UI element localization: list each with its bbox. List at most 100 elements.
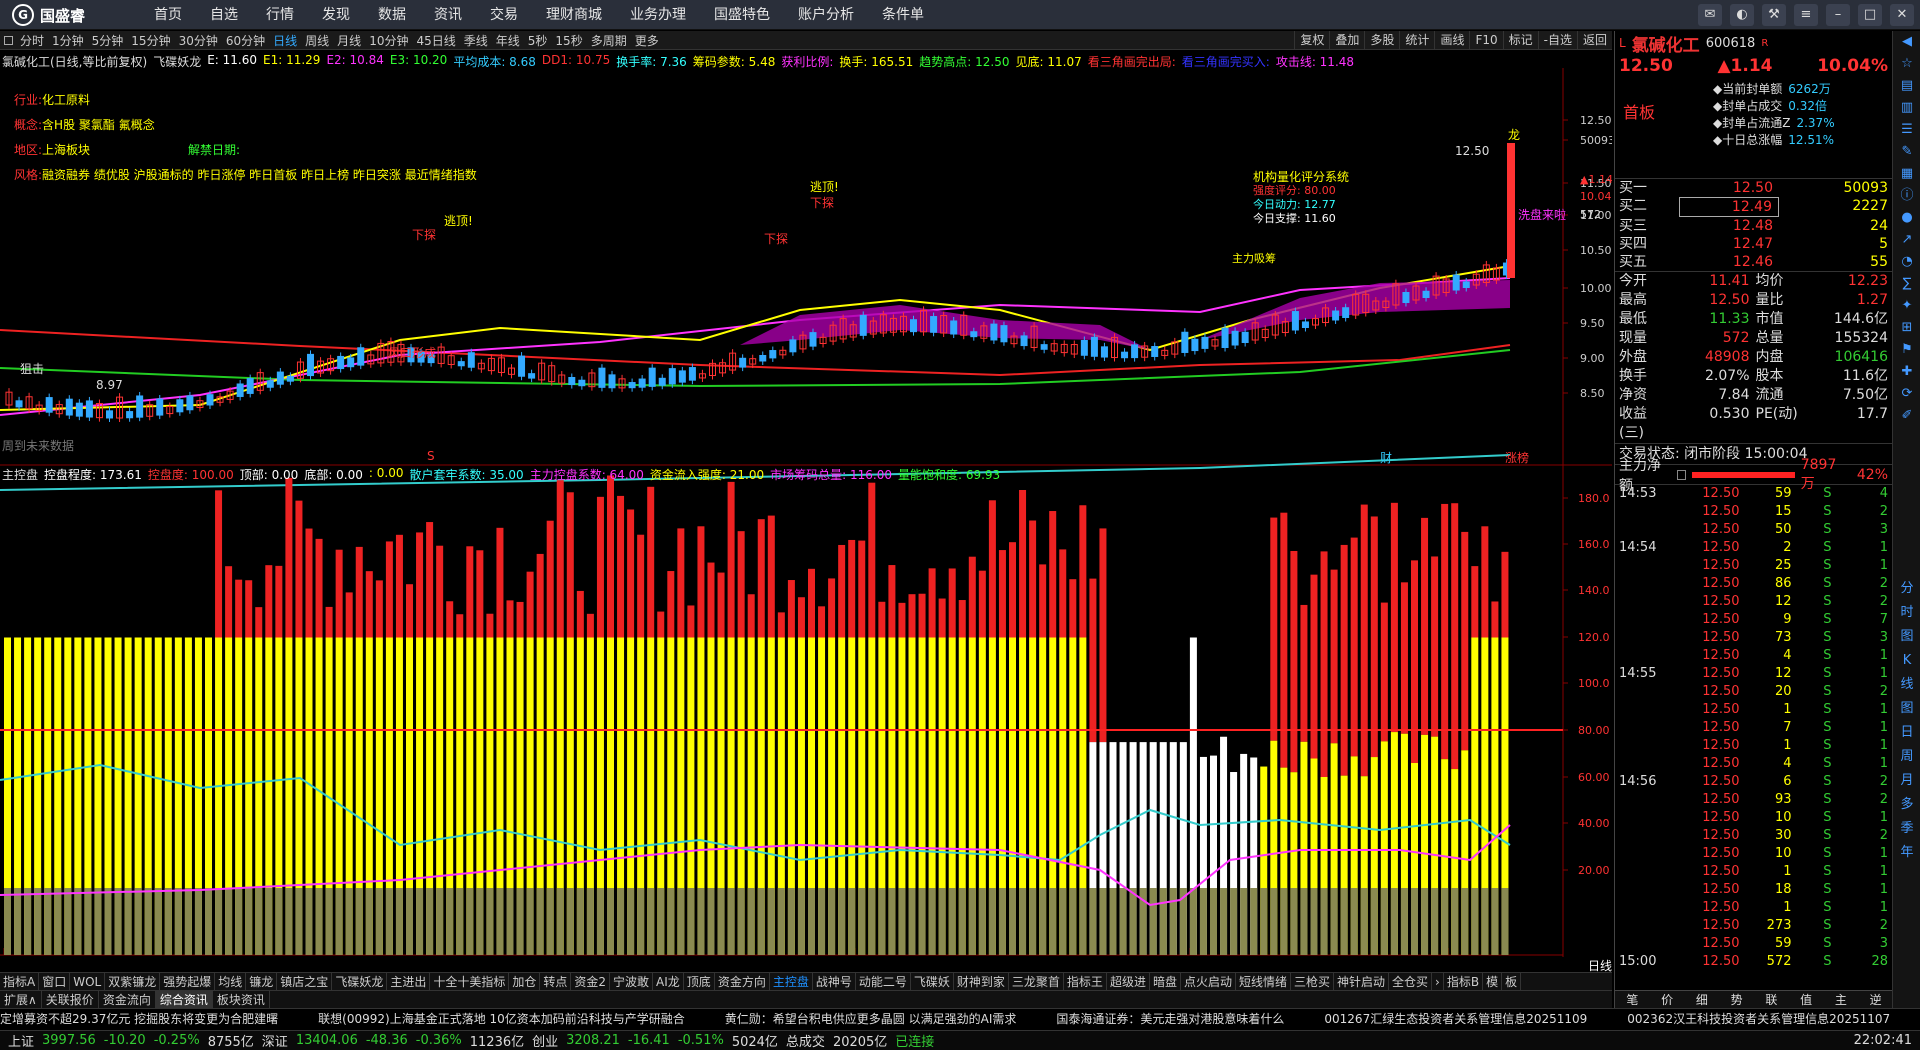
ticker-item[interactable]: 001267汇绿生态投资者关系管理信息20251109 xyxy=(1324,1012,1587,1026)
panel-tab[interactable]: 板块资讯 xyxy=(213,991,270,1008)
nav-item[interactable]: 理财商城 xyxy=(532,0,616,30)
indicator-tab[interactable]: 三枪买 xyxy=(1291,973,1335,990)
indicator-tab[interactable]: 镰龙 xyxy=(246,973,278,990)
side-period-tab[interactable]: 图 xyxy=(1893,625,1920,649)
kline-chart[interactable]: 12.50 50093 11.50 11.00 10.50 10.00 9.50 9.00 8.… xyxy=(0,50,1612,973)
side-period-tab[interactable]: 时 xyxy=(1893,601,1920,625)
indicator-tab[interactable]: 主进出 xyxy=(387,973,431,990)
toggle-icon[interactable]: ◀ xyxy=(1893,31,1920,53)
pie-icon[interactable]: ◔ xyxy=(1893,251,1920,273)
period-tab[interactable]: 周线 xyxy=(301,32,333,49)
pen-icon[interactable]: ✐ xyxy=(1893,405,1920,427)
period-checkbox[interactable] xyxy=(4,35,13,45)
side-period-tab[interactable]: K xyxy=(1893,649,1920,673)
news-ticker[interactable]: 定增募资不超29.37亿元 挖掘股东将变更为合肥建曙 联想(00992)上海基金正… xyxy=(0,1008,1920,1030)
side-period-tab[interactable]: 月 xyxy=(1893,769,1920,793)
nav-item[interactable]: 账户分析 xyxy=(784,0,868,30)
period-tab[interactable]: 15秒 xyxy=(551,32,586,49)
side-period-tab[interactable]: 周 xyxy=(1893,745,1920,769)
indicator-tab[interactable]: 指标王 xyxy=(1064,973,1107,990)
quote-tab[interactable]: 值 xyxy=(1789,991,1824,1008)
tool-button[interactable]: 叠加 xyxy=(1329,31,1364,50)
indicator-tab[interactable]: 超级进 xyxy=(1107,973,1150,990)
indicator-tab[interactable]: 暗盘 xyxy=(1150,973,1181,990)
indicator-tab[interactable]: 神针启动 xyxy=(1334,973,1390,990)
close-icon[interactable]: ✕ xyxy=(1890,4,1914,26)
ticker-item[interactable]: 联想(00992)上海基金正式落地 10亿资本加码前沿科技与产学研融合 xyxy=(318,1012,685,1026)
news-icon[interactable]: ✎ xyxy=(1893,141,1920,163)
period-tab[interactable]: 10分钟 xyxy=(365,32,412,49)
indicator-tab[interactable]: 资金方向 xyxy=(715,973,770,990)
period-tab[interactable]: 5分钟 xyxy=(88,32,128,49)
sz-index[interactable]: 13404.06 xyxy=(296,1033,358,1048)
period-tab[interactable]: 季线 xyxy=(460,32,492,49)
indicator-tab[interactable]: 飞碟妖龙 xyxy=(332,973,388,990)
side-period-tab[interactable]: 年 xyxy=(1893,841,1920,865)
indicator-tab[interactable]: 财神到家 xyxy=(954,973,1009,990)
period-tab[interactable]: 更多 xyxy=(631,32,663,49)
indicator-tab[interactable]: 宁波敢 xyxy=(610,973,654,990)
sync-icon[interactable]: ⟳ xyxy=(1893,383,1920,405)
side-period-tab[interactable]: 日 xyxy=(1893,721,1920,745)
indicator-tab[interactable]: 窗口 xyxy=(39,973,71,990)
kline-icon[interactable]: ▥ xyxy=(1893,97,1920,119)
side-period-tab[interactable]: 图 xyxy=(1893,697,1920,721)
indicator-tab[interactable]: 指标B xyxy=(1444,973,1484,990)
nav-item[interactable]: 自选 xyxy=(196,0,252,30)
period-tab[interactable]: 45日线 xyxy=(412,32,459,49)
indicator-tab[interactable]: 指标A xyxy=(0,973,40,990)
chart-icon[interactable]: ▤ xyxy=(1893,75,1920,97)
net-toggle-icon[interactable] xyxy=(1677,469,1687,480)
quote-tab[interactable]: 势 xyxy=(1719,991,1754,1008)
panel-tab[interactable]: 资金流向 xyxy=(99,991,156,1008)
dot-icon[interactable]: ● xyxy=(1893,207,1920,229)
indicator-tab[interactable]: 全仓买 xyxy=(1389,973,1433,990)
ticker-item[interactable]: 黄仁勋：希望台积电供应更多晶圆 以满足强劲的AI需求 xyxy=(725,1012,1017,1026)
period-tab[interactable]: 多周期 xyxy=(587,32,631,49)
side-period-tab[interactable]: 季 xyxy=(1893,817,1920,841)
tool-button[interactable]: 多股 xyxy=(1364,31,1399,50)
star-icon[interactable]: ✦ xyxy=(1893,295,1920,317)
info-icon[interactable]: ⓘ xyxy=(1893,185,1920,207)
nav-item[interactable]: 业务办理 xyxy=(616,0,700,30)
period-tab[interactable]: 日线 xyxy=(269,32,301,49)
quote-tab[interactable]: 主 xyxy=(1824,991,1859,1008)
grid-icon[interactable]: ▦ xyxy=(1893,163,1920,185)
tick-list[interactable]: 14:53 12.50 59 S 4 12.50 15 S 2 12.50 50 S 3 14:54 12.… xyxy=(1615,485,1892,971)
ticker-item[interactable]: 国泰海通证券：美元走强对港股意味着什么 xyxy=(1056,1012,1284,1026)
tool-button[interactable]: 统计 xyxy=(1399,31,1434,50)
calc-icon[interactable]: ∑ xyxy=(1893,273,1920,295)
cy-index[interactable]: 3208.21 xyxy=(566,1033,620,1048)
nav-item[interactable]: 数据 xyxy=(364,0,420,30)
watch-icon[interactable]: ☆ xyxy=(1893,53,1920,75)
menu-icon[interactable]: ≡ xyxy=(1794,4,1818,26)
indicator-tab[interactable]: 强势起爆 xyxy=(160,973,216,990)
side-period-tab[interactable]: 分 xyxy=(1893,577,1920,601)
indicator-tab[interactable]: 均线 xyxy=(215,973,247,990)
trend-icon[interactable]: ↗ xyxy=(1893,229,1920,251)
indicator-tab[interactable]: 短线情绪 xyxy=(1236,973,1291,990)
indicator-tab[interactable]: › xyxy=(1432,973,1444,990)
nav-item[interactable]: 资讯 xyxy=(420,0,476,30)
quote-tab[interactable]: 价 xyxy=(1650,991,1685,1008)
quote-tab[interactable]: 笔 xyxy=(1615,991,1650,1008)
indicator-tab[interactable]: 转点 xyxy=(540,973,572,990)
period-tab[interactable]: 15分钟 xyxy=(127,32,174,49)
panel-tab[interactable]: 扩展∧ xyxy=(0,991,42,1008)
tool-button[interactable]: 标记 xyxy=(1502,31,1538,50)
flag-icon[interactable]: ⚑ xyxy=(1893,339,1920,361)
gift-icon[interactable]: ✚ xyxy=(1893,361,1920,383)
message-icon[interactable]: ✉ xyxy=(1698,4,1722,26)
indicator-tab[interactable]: 点火启动 xyxy=(1181,973,1236,990)
nav-item[interactable]: 行情 xyxy=(252,0,308,30)
period-tab[interactable]: 年线 xyxy=(492,32,524,49)
nav-item[interactable]: 国盛特色 xyxy=(700,0,784,30)
indicator-tab[interactable]: 板 xyxy=(1502,973,1522,990)
indicator-tab[interactable]: 双紫镰龙 xyxy=(105,973,161,990)
indicator-tab[interactable]: 顶底 xyxy=(684,973,715,990)
skin-icon[interactable]: ◐ xyxy=(1730,4,1754,26)
maximize-icon[interactable]: □ xyxy=(1858,4,1882,26)
period-tab[interactable]: 月线 xyxy=(333,32,365,49)
indicator-tab[interactable]: WOL xyxy=(70,973,106,990)
period-tab[interactable]: 30分钟 xyxy=(175,32,222,49)
